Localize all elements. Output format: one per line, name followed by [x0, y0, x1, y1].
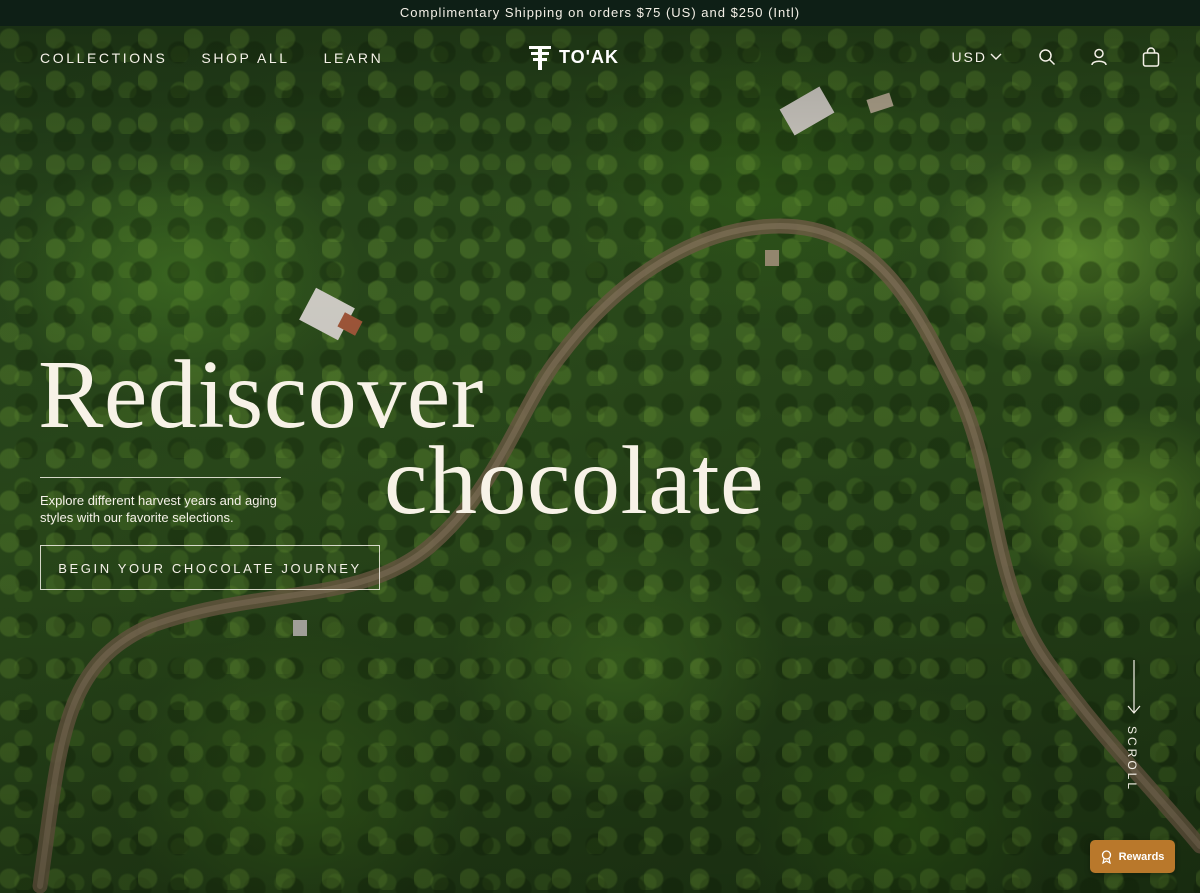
begin-journey-button[interactable]: BEGIN YOUR CHOCOLATE JOURNEY	[40, 545, 380, 590]
rewards-medal-icon	[1101, 849, 1111, 864]
scroll-label: SCROLL	[1125, 726, 1139, 793]
hero-subtext: Explore different harvest years and agin…	[40, 493, 277, 525]
primary-nav: COLLECTIONS SHOP ALL LEARN	[40, 50, 383, 66]
nav-link-collections[interactable]: COLLECTIONS	[40, 50, 167, 66]
site-logo[interactable]: TO'AK	[529, 44, 619, 70]
search-button[interactable]	[1036, 46, 1058, 68]
cart-icon	[1142, 47, 1160, 67]
account-icon	[1091, 48, 1107, 66]
hero-divider	[40, 477, 281, 478]
cart-button[interactable]	[1140, 46, 1162, 68]
page: Complimentary Shipping on orders $75 (US…	[0, 0, 1200, 893]
currency-value: USD	[951, 49, 987, 65]
account-button[interactable]	[1088, 46, 1110, 68]
hero-headline-line2: chocolate	[384, 427, 764, 535]
nav-link-learn[interactable]: LEARN	[324, 50, 384, 66]
chevron-down-icon	[990, 53, 1002, 60]
scroll-indicator[interactable]: SCROLL	[1122, 660, 1146, 800]
site-header: COLLECTIONS SHOP ALL LEARN TO'AK USD	[0, 26, 1200, 90]
arrow-down-icon	[1127, 660, 1141, 714]
logo-mark-icon	[529, 46, 551, 70]
announcement-bar: Complimentary Shipping on orders $75 (US…	[0, 0, 1200, 26]
rewards-label: Rewards	[1118, 850, 1165, 863]
utility-nav: USD	[951, 46, 1162, 68]
rewards-button[interactable]: Rewards	[1090, 840, 1175, 873]
nav-link-shop-all[interactable]: SHOP ALL	[201, 50, 289, 66]
announcement-text: Complimentary Shipping on orders $75 (US…	[399, 5, 801, 20]
currency-selector[interactable]: USD	[951, 49, 1002, 65]
search-icon	[1039, 49, 1056, 66]
logo-wordmark: TO'AK	[559, 46, 619, 67]
